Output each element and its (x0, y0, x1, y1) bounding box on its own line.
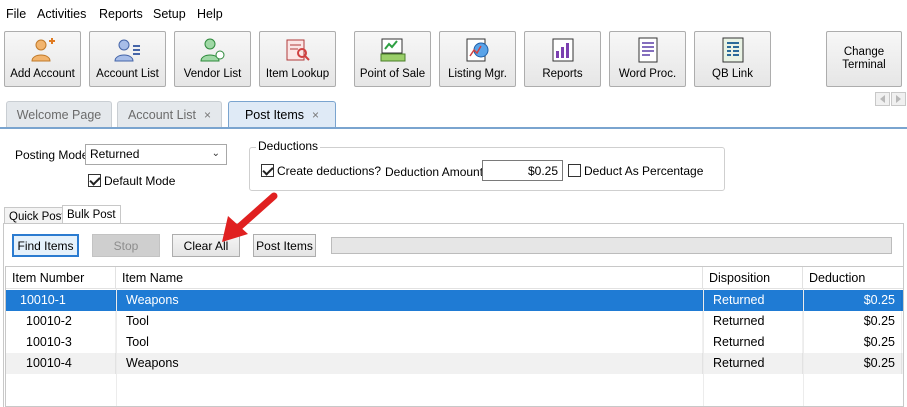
cell-item-name: Weapons (120, 353, 703, 374)
posting-mode-value: Returned (90, 147, 140, 161)
qb-link-icon (722, 37, 743, 63)
cell-item-number: 10010-3 (20, 332, 116, 353)
deduction-amount-input[interactable]: $0.25 (482, 160, 563, 181)
cell-item-number: 10010-2 (20, 311, 116, 332)
account-list-button[interactable]: Account List (89, 31, 166, 87)
deduct-as-percentage-checkbox[interactable] (568, 164, 581, 177)
tab-label: Post Items (244, 108, 305, 122)
vendor-list-icon (199, 38, 224, 62)
tab-account-list[interactable]: Account List × (117, 101, 222, 127)
table-row[interactable]: 10010-1 Weapons Returned $0.25 (6, 290, 903, 311)
deduction-amount-label: Deduction Amount (385, 165, 484, 179)
column-item-number[interactable]: Item Number (6, 267, 116, 289)
tab-strip-divider (0, 127, 907, 129)
default-mode-checkbox[interactable] (88, 174, 101, 187)
annotation-arrow-icon (222, 192, 278, 242)
column-divider (703, 289, 704, 406)
menu-help[interactable]: Help (197, 7, 223, 21)
point-of-sale-icon (380, 38, 405, 62)
reports-icon (552, 38, 573, 62)
triangle-right-icon (896, 95, 901, 103)
default-mode-label: Default Mode (104, 174, 176, 188)
qb-link-label: QB Link (712, 68, 753, 80)
deductions-legend: Deductions (256, 139, 321, 153)
column-deduction[interactable]: Deduction (803, 267, 903, 289)
reports-button[interactable]: Reports (524, 31, 601, 87)
menu-file[interactable]: File (6, 7, 26, 21)
cell-item-name: Tool (120, 311, 703, 332)
triangle-left-icon (880, 95, 885, 103)
listing-manager-icon (466, 38, 488, 62)
menu-bar: File Activities Reports Setup Help (0, 0, 907, 28)
column-divider (803, 289, 804, 406)
tab-label: Welcome Page (16, 108, 102, 122)
column-disposition[interactable]: Disposition (703, 267, 803, 289)
tab-post-items[interactable]: Post Items × (228, 101, 336, 127)
word-processor-button[interactable]: Word Proc. (609, 31, 686, 87)
vendor-list-button[interactable]: Vendor List (174, 31, 251, 87)
stop-button[interactable]: Stop (92, 234, 160, 257)
scroll-left-arrow[interactable] (875, 92, 890, 106)
menu-setup[interactable]: Setup (153, 7, 186, 21)
listing-manager-label: Listing Mgr. (448, 68, 507, 80)
add-account-button[interactable]: Add Account (4, 31, 81, 87)
cell-item-number: 10010-4 (20, 353, 116, 374)
toolbar: Add Account Account List Vendor List Ite… (0, 28, 907, 92)
cell-disposition: Returned (707, 290, 803, 311)
tab-label: Account List (127, 108, 197, 122)
word-processor-icon (638, 37, 657, 63)
close-icon[interactable]: × (312, 108, 319, 122)
item-lookup-label: Item Lookup (265, 68, 330, 80)
listing-manager-button[interactable]: Listing Mgr. (439, 31, 516, 87)
account-list-icon (113, 39, 140, 62)
tab-welcome-page[interactable]: Welcome Page (6, 101, 112, 127)
cell-disposition: Returned (707, 332, 803, 353)
column-divider (116, 289, 117, 406)
create-deductions-checkbox[interactable] (261, 164, 274, 177)
chevron-down-icon: ⌄ (211, 148, 220, 159)
account-list-label: Account List (96, 68, 159, 80)
tab-bulk-post[interactable]: Bulk Post (62, 205, 121, 224)
item-lookup-icon (286, 39, 310, 61)
item-lookup-button[interactable]: Item Lookup (259, 31, 336, 87)
posting-mode-label: Posting Mode (15, 148, 89, 162)
cell-deduction: $0.25 (803, 332, 902, 353)
add-account-label: Add Account (10, 68, 75, 80)
progress-bar (331, 237, 892, 254)
cell-deduction: $0.25 (803, 290, 902, 311)
cell-item-number: 10010-1 (14, 290, 116, 311)
cell-item-name: Weapons (120, 290, 703, 311)
reports-label: Reports (542, 68, 583, 80)
table-row[interactable]: 10010-3 Tool Returned $0.25 (6, 332, 903, 353)
cell-item-name: Tool (120, 332, 703, 353)
grid-header: Item Number Item Name Disposition Deduct… (6, 267, 903, 289)
scroll-right-arrow[interactable] (891, 92, 906, 106)
point-of-sale-button[interactable]: Point of Sale (354, 31, 431, 87)
word-processor-label: Word Proc. (618, 68, 677, 80)
close-icon[interactable]: × (204, 108, 211, 122)
add-account-icon (30, 38, 55, 62)
table-row[interactable]: 10010-2 Tool Returned $0.25 (6, 311, 903, 332)
items-grid: Item Number Item Name Disposition Deduct… (5, 266, 904, 407)
posting-mode-select[interactable]: Returned ⌄ (85, 144, 227, 165)
table-row[interactable]: 10010-4 Weapons Returned $0.25 (6, 353, 903, 374)
cell-deduction: $0.25 (803, 311, 902, 332)
change-terminal-button[interactable]: Change Terminal (826, 31, 902, 87)
cell-disposition: Returned (707, 311, 803, 332)
column-item-name[interactable]: Item Name (116, 267, 703, 289)
create-deductions-label: Create deductions? (277, 164, 382, 178)
menu-activities[interactable]: Activities (37, 7, 86, 21)
find-items-button[interactable]: Find Items (12, 234, 79, 257)
menu-reports[interactable]: Reports (99, 7, 143, 21)
deduct-as-percentage-label: Deduct As Percentage (584, 164, 704, 178)
vendor-list-label: Vendor List (183, 68, 242, 80)
change-terminal-label: Change Terminal (842, 46, 886, 71)
qb-link-button[interactable]: QB Link (694, 31, 771, 87)
cell-deduction: $0.25 (803, 353, 902, 374)
cell-disposition: Returned (707, 353, 803, 374)
point-of-sale-label: Point of Sale (359, 68, 426, 80)
